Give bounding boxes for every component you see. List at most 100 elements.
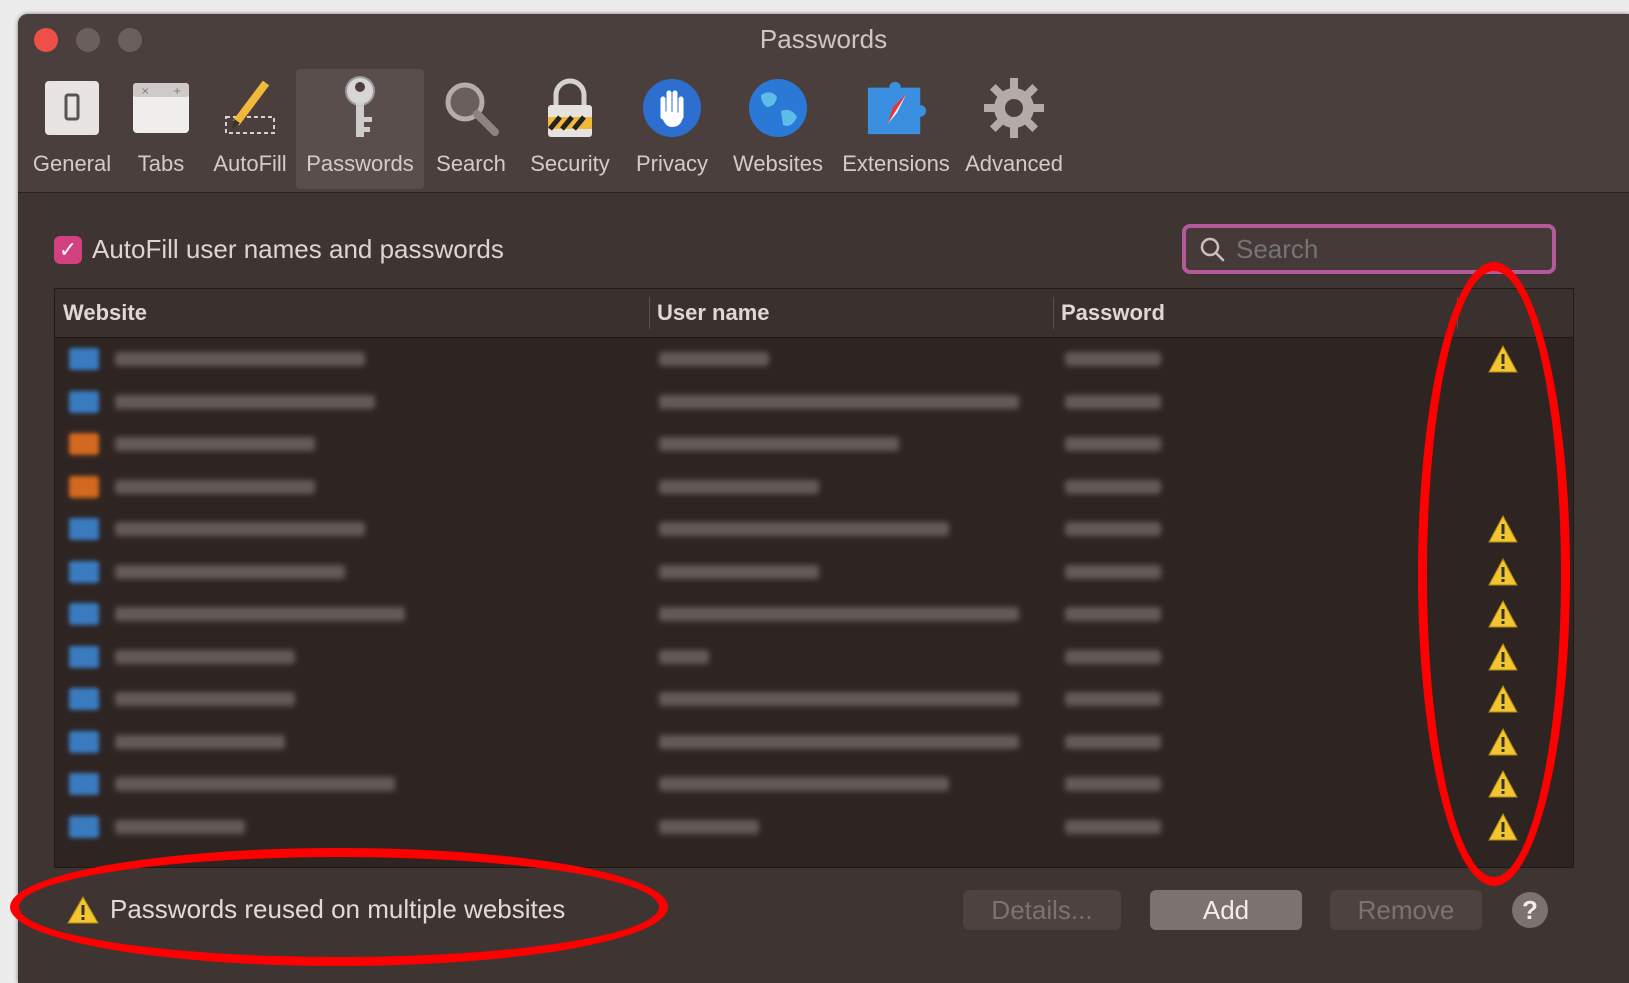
tab-general-label: General	[32, 151, 112, 176]
redacted-website	[115, 607, 405, 621]
redacted-username	[659, 564, 819, 579]
autofill-checkbox[interactable]: ✓	[54, 235, 82, 264]
warning-icon[interactable]	[1487, 727, 1519, 757]
table-row[interactable]	[55, 678, 1573, 721]
preferences-window: Passwords General × + Tabs AutoFill Pass…	[18, 14, 1629, 983]
tab-security-label: Security	[530, 151, 610, 176]
passwords-table: Website User name Password	[54, 288, 1574, 868]
redacted-website	[115, 437, 315, 451]
gear-icon	[982, 75, 1046, 141]
help-button[interactable]: ?	[1512, 892, 1548, 928]
tab-search[interactable]: Search	[424, 69, 518, 189]
table-row[interactable]	[55, 763, 1573, 806]
table-row[interactable]	[55, 338, 1573, 381]
reuse-warning-text: Passwords reused on multiple websites	[110, 894, 566, 924]
add-button[interactable]: Add	[1150, 890, 1302, 930]
site-favicon	[69, 603, 99, 625]
warning-icon[interactable]	[1487, 557, 1519, 587]
details-button[interactable]: Details...	[963, 890, 1121, 930]
redacted-website	[115, 479, 315, 494]
warning-icon[interactable]	[1487, 514, 1519, 544]
svg-text:×: ×	[141, 86, 149, 97]
redacted-username	[659, 777, 949, 791]
search-field[interactable]	[1182, 224, 1556, 274]
redacted-password	[1065, 819, 1161, 834]
tab-tabs[interactable]: × + Tabs	[118, 69, 204, 189]
autofill-option: ✓ AutoFill user names and passwords	[54, 234, 504, 265]
redacted-username	[659, 522, 949, 536]
tabs-icon: × +	[129, 75, 193, 141]
redacted-username	[659, 819, 759, 834]
table-row[interactable]	[55, 593, 1573, 636]
warning-icon[interactable]	[1487, 344, 1519, 374]
tab-extensions[interactable]: Extensions	[834, 69, 958, 189]
redacted-password	[1065, 352, 1161, 366]
table-row[interactable]	[55, 551, 1573, 594]
redacted-username	[659, 352, 769, 366]
tab-security[interactable]: Security	[518, 69, 622, 189]
column-header-website[interactable]: Website	[55, 289, 649, 337]
tab-advanced[interactable]: Advanced	[958, 69, 1070, 189]
tab-autofill-label: AutoFill	[213, 151, 287, 176]
reuse-notice: Passwords reused on multiple websites	[66, 894, 565, 925]
site-favicon	[69, 518, 99, 540]
table-row[interactable]	[55, 466, 1573, 509]
tab-privacy[interactable]: Privacy	[622, 69, 722, 189]
preferences-toolbar: General × + Tabs AutoFill Passwords Sear…	[26, 69, 1070, 189]
search-icon	[1200, 237, 1225, 262]
redacted-username	[659, 437, 899, 451]
redacted-username	[659, 734, 1019, 749]
tab-websites-label: Websites	[732, 151, 824, 176]
autofill-pencil-icon	[218, 75, 282, 141]
site-favicon	[69, 645, 99, 668]
window-title: Passwords	[759, 24, 888, 54]
warning-icon[interactable]	[1487, 812, 1519, 842]
site-favicon	[69, 475, 99, 498]
warning-icon[interactable]	[1487, 684, 1519, 714]
warning-icon[interactable]	[1487, 642, 1519, 672]
site-favicon	[69, 688, 99, 710]
tab-general[interactable]: General	[26, 69, 118, 189]
redacted-password	[1065, 564, 1161, 579]
autofill-label: AutoFill user names and passwords	[92, 234, 504, 264]
title-bar: Passwords General × + Tabs AutoFill Pass…	[18, 14, 1629, 193]
site-favicon	[69, 560, 99, 583]
site-favicon	[69, 433, 99, 455]
redacted-username	[659, 649, 709, 664]
redacted-website	[115, 734, 285, 749]
redacted-website	[115, 819, 245, 834]
redacted-password	[1065, 777, 1161, 791]
hand-icon	[640, 75, 704, 141]
redacted-username	[659, 394, 1019, 409]
redacted-password	[1065, 649, 1161, 664]
table-row[interactable]	[55, 508, 1573, 551]
tab-autofill[interactable]: AutoFill	[204, 69, 296, 189]
redacted-website	[115, 692, 295, 706]
tab-websites[interactable]: Websites	[722, 69, 834, 189]
table-row[interactable]	[55, 381, 1573, 424]
redacted-website	[115, 649, 295, 664]
redacted-website	[115, 777, 395, 791]
column-header-username[interactable]: User name	[649, 289, 1053, 337]
table-header: Website User name Password	[55, 289, 1573, 338]
column-header-password[interactable]: Password	[1053, 289, 1457, 337]
tab-passwords[interactable]: Passwords	[296, 69, 424, 189]
site-favicon	[69, 390, 99, 413]
table-row[interactable]	[55, 636, 1573, 679]
tab-advanced-label: Advanced	[965, 151, 1063, 176]
remove-button[interactable]: Remove	[1330, 890, 1482, 930]
warning-icon	[67, 895, 99, 923]
tab-extensions-label: Extensions	[842, 151, 950, 176]
key-icon	[328, 75, 392, 141]
warning-icon[interactable]	[1487, 599, 1519, 629]
table-row[interactable]	[55, 806, 1573, 849]
tab-passwords-label: Passwords	[306, 151, 414, 176]
table-row[interactable]	[55, 721, 1573, 764]
table-body	[55, 338, 1573, 848]
table-row[interactable]	[55, 423, 1573, 466]
warning-icon[interactable]	[1487, 769, 1519, 799]
search-input[interactable]	[1234, 232, 1528, 266]
redacted-password	[1065, 734, 1161, 749]
puzzle-compass-icon	[864, 75, 928, 141]
redacted-password	[1065, 522, 1161, 536]
